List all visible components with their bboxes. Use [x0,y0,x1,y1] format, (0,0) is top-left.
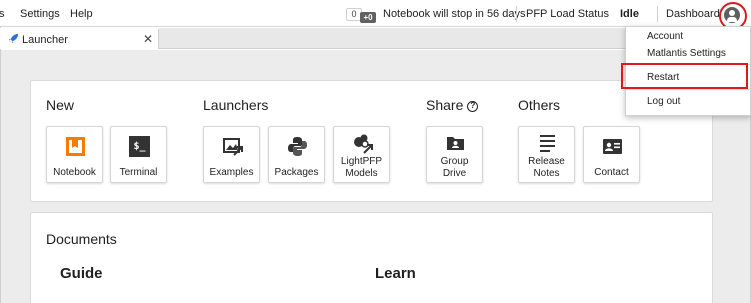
examples-icon [223,138,243,156]
menu-item-settings[interactable]: Settings [20,8,60,20]
menu-item-matlantis-settings[interactable]: Matlantis Settings [647,48,726,59]
divider [516,6,517,22]
terminal-icon: $_ [129,136,150,157]
pfp-load-status[interactable]: PFP Load Status [526,8,609,20]
menu-item-logout[interactable]: Log out [647,96,680,107]
launcher-panel: New Launchers Share? Others Notebook $_ … [30,80,713,202]
documents-title: Documents [46,231,117,247]
tab-label: Launcher [22,34,68,46]
card-label: Models [345,168,378,179]
card-label: LightPFP [340,156,383,167]
tab-launcher[interactable]: Launcher ✕ [0,28,159,49]
release-notes-icon [540,135,555,152]
guide-heading: Guide [60,265,103,282]
menu-item-help[interactable]: Help [70,8,93,20]
menu-divider [626,89,750,90]
card-label: Drive [442,168,467,179]
dashboard-link[interactable]: Dashboard [666,8,720,20]
lightpfp-models-icon [354,134,373,154]
rocket-icon [8,33,19,44]
release-notes-card[interactable]: Release Notes [518,126,575,183]
card-label: Notebook [53,167,96,178]
divider [657,6,658,22]
menu-item-file-partial[interactable]: s [0,8,5,20]
section-others-title: Others [518,97,561,113]
section-launchers-title: Launchers [203,97,269,113]
examples-card[interactable]: Examples [203,126,260,183]
restart-highlight [621,63,748,89]
close-icon[interactable]: ✕ [143,32,153,46]
notebook-stop-notice: Notebook will stop in 56 days [383,8,526,20]
lightpfp-models-card[interactable]: LightPFP Models [333,126,390,183]
notebook-card[interactable]: Notebook [46,126,103,183]
notebook-icon [66,137,85,156]
kernel-counter-plus: +0 [360,12,376,23]
card-label: Examples [209,167,254,178]
packages-card[interactable]: Packages [268,126,325,183]
contact-card[interactable]: Contact [583,126,640,183]
python-packages-icon [288,137,307,156]
group-drive-card[interactable]: Group Drive [426,126,483,183]
section-new-title: New [46,97,75,113]
card-label: Contact [594,167,629,178]
share-label: Share [426,97,464,113]
documents-panel: Documents Guide Learn [30,212,713,303]
help-icon[interactable]: ? [467,100,479,112]
card-label: Group [440,156,469,167]
section-share-title: Share? [426,97,479,113]
card-label: Notes [533,168,560,179]
card-label: Terminal [119,167,158,178]
card-label: Packages [274,167,319,178]
terminal-card[interactable]: $_ Terminal [110,126,167,183]
menu-item-account[interactable]: Account [647,31,683,42]
contact-card-icon [603,139,622,154]
status-badge: Idle [620,8,639,20]
shared-folder-icon [447,137,464,150]
menu-bar: s Settings Help 0 +0 Notebook will stop … [0,0,751,30]
card-label: Release [528,156,565,167]
learn-heading: Learn [375,265,416,282]
